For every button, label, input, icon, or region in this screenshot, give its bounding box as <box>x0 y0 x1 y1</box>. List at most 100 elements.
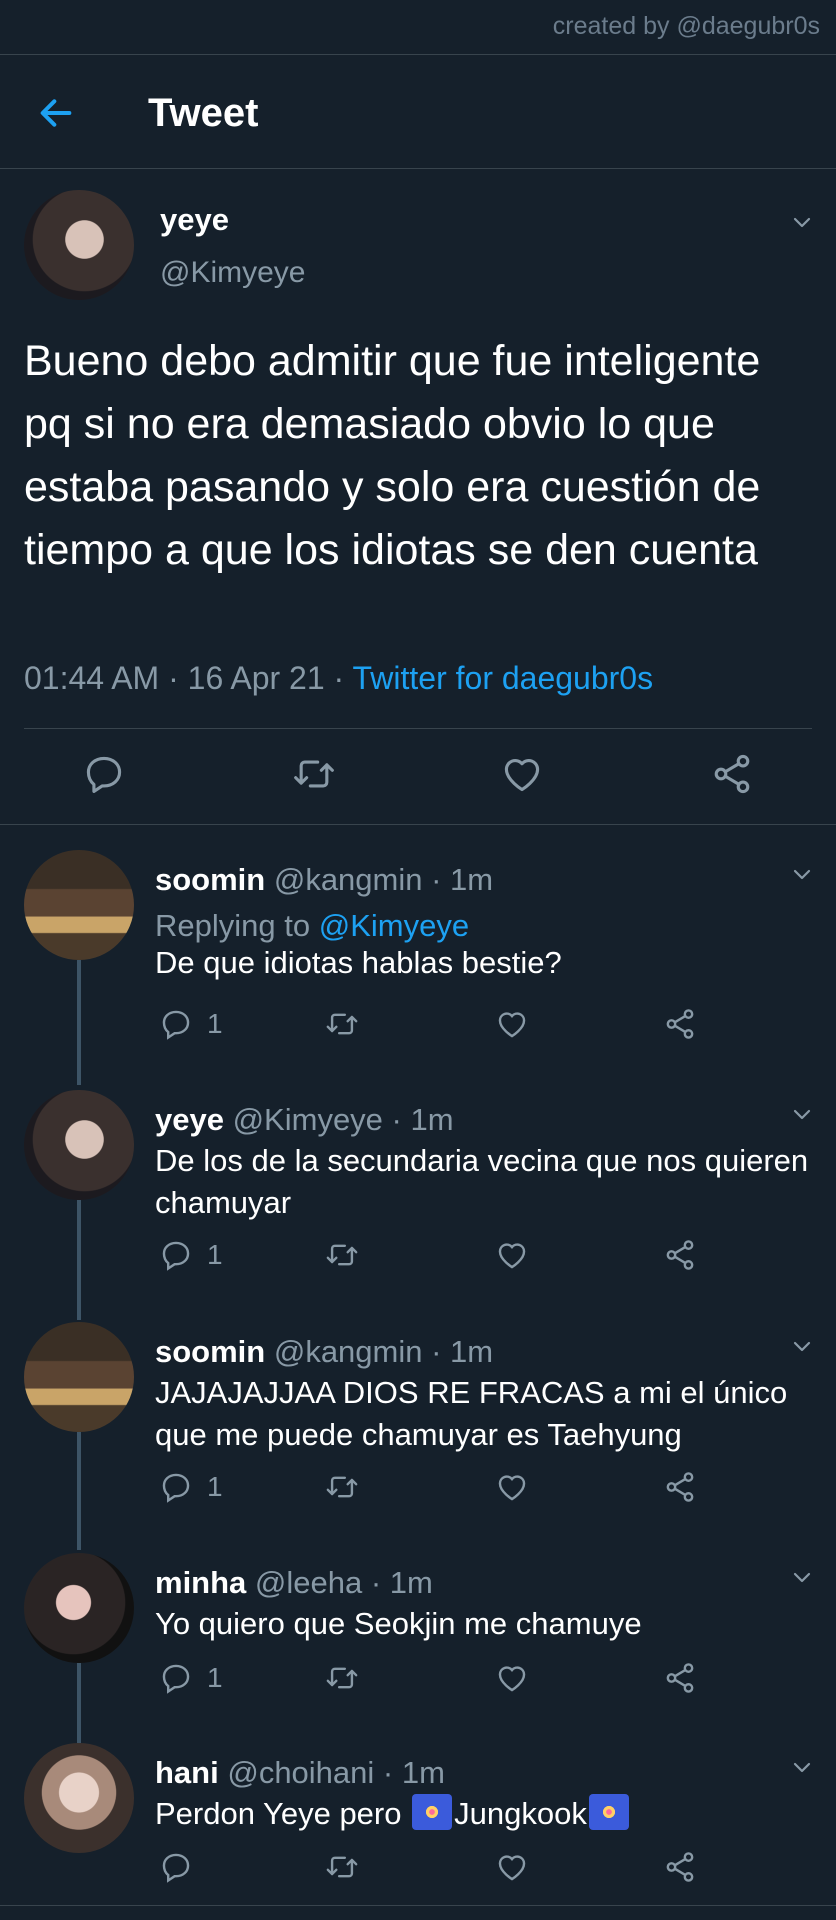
like-heart-icon <box>498 1855 526 1881</box>
author-handle-time: @kangmin · 1m <box>265 862 494 897</box>
retweet-icon[interactable] <box>292 752 336 796</box>
reply-button[interactable]: 1 <box>159 1235 223 1275</box>
reply-text: De los de la secundaria vecina que nos q… <box>155 1143 809 1220</box>
share-icon <box>666 1240 694 1270</box>
author-name[interactable]: minha <box>155 1565 246 1600</box>
reply-text: Yo quiero que Seokjin me chamuye <box>155 1606 642 1641</box>
author-name[interactable]: soomin <box>155 862 265 897</box>
share-icon <box>666 1009 694 1039</box>
reply-icon <box>162 1010 190 1040</box>
reply-icon <box>162 1664 190 1694</box>
back-arrow-icon[interactable] <box>36 93 76 133</box>
reply-header: soomin @kangmin · 1m <box>155 862 493 898</box>
retweet-icon <box>326 1013 358 1035</box>
like-heart-icon <box>498 1243 526 1269</box>
reply-text: De que idiotas hablas bestie? <box>155 945 562 980</box>
reply-button[interactable]: 1 <box>159 1004 223 1044</box>
share-button[interactable] <box>663 1235 697 1275</box>
retweet-button[interactable] <box>325 1658 359 1698</box>
divider <box>0 824 836 825</box>
replying-to-link[interactable]: @Kimyeye <box>319 908 469 943</box>
avatar[interactable] <box>24 1553 134 1663</box>
tweet-source-link[interactable]: Twitter for daegubr0s <box>353 660 654 696</box>
chevron-down-icon[interactable] <box>790 862 814 886</box>
reply-header: soomin @kangmin · 1m <box>155 1334 493 1370</box>
author-name[interactable]: soomin <box>155 1334 265 1369</box>
reply-count: 1 <box>207 1239 223 1270</box>
retweet-icon <box>326 1476 358 1498</box>
chevron-down-icon[interactable] <box>790 1755 814 1779</box>
divider <box>24 728 812 729</box>
reply-header: minha @leeha · 1m <box>155 1565 433 1601</box>
avatar[interactable] <box>24 1322 134 1432</box>
author-name[interactable]: hani <box>155 1755 219 1790</box>
retweet-button[interactable] <box>325 1004 359 1044</box>
retweet-icon <box>326 1856 358 1878</box>
reply-actions: 1 <box>155 1235 715 1279</box>
like-heart-icon <box>498 1012 526 1038</box>
retweet-button[interactable] <box>325 1235 359 1275</box>
tweet-actions <box>0 740 836 820</box>
like-heart-icon <box>498 1475 526 1501</box>
author-handle-time: @leeha · 1m <box>246 1565 433 1600</box>
chevron-down-icon[interactable] <box>790 1565 814 1589</box>
share-icon <box>666 1663 694 1693</box>
like-heart-icon[interactable] <box>500 752 544 796</box>
reply-header: hani @choihani · 1m <box>155 1755 445 1791</box>
top-bar: Tweet <box>0 54 836 169</box>
retweet-button[interactable] <box>325 1847 359 1887</box>
share-icon[interactable] <box>710 752 754 796</box>
retweet-icon <box>326 1244 358 1266</box>
fireworks-emoji-icon <box>588 1794 629 1830</box>
like-heart-icon <box>498 1666 526 1692</box>
reply-actions <box>155 1847 715 1891</box>
thread-line <box>77 1200 81 1320</box>
reply-icon <box>162 1241 190 1271</box>
like-button[interactable] <box>495 1235 529 1275</box>
reply-text: JAJAJAJJAA DIOS RE FRACAS a mi el único … <box>155 1375 788 1452</box>
author-handle-time: @choihani · 1m <box>218 1755 445 1790</box>
reply-button[interactable]: 1 <box>159 1467 223 1507</box>
reply-icon[interactable] <box>82 752 126 796</box>
chevron-down-icon[interactable] <box>790 1334 814 1358</box>
reply-button[interactable] <box>159 1847 207 1887</box>
replying-to-label: Replying to <box>155 908 319 943</box>
author-handle[interactable]: @Kimyeye <box>160 256 306 290</box>
reply-actions: 1 <box>155 1658 715 1702</box>
reply-text: Perdon Yeye pero Jungkook <box>155 1793 825 1835</box>
share-button[interactable] <box>663 1658 697 1698</box>
share-button[interactable] <box>663 1847 697 1887</box>
tweet-meta: 01:44 AM · 16 Apr 21 · Twitter for daegu… <box>24 660 653 697</box>
reply-header: yeye @Kimyeye · 1m <box>155 1102 454 1138</box>
like-button[interactable] <box>495 1658 529 1698</box>
fireworks-emoji-icon <box>412 1794 453 1830</box>
reply-icon <box>162 1473 190 1503</box>
reply-count: 1 <box>207 1662 223 1693</box>
share-button[interactable] <box>663 1467 697 1507</box>
like-button[interactable] <box>495 1004 529 1044</box>
tweet-text: Bueno debo admitir que fue inteligente p… <box>24 337 761 574</box>
reply-button[interactable]: 1 <box>159 1658 223 1698</box>
thread-line <box>77 1432 81 1550</box>
reply-icon <box>162 1853 190 1883</box>
reply-count: 1 <box>207 1471 223 1502</box>
chevron-down-icon[interactable] <box>790 1102 814 1126</box>
avatar[interactable] <box>24 190 134 300</box>
like-button[interactable] <box>495 1847 529 1887</box>
author-name[interactable]: yeye <box>155 1102 224 1137</box>
like-button[interactable] <box>495 1467 529 1507</box>
chevron-down-icon[interactable] <box>790 210 814 234</box>
share-button[interactable] <box>663 1004 697 1044</box>
page-title: Tweet <box>148 91 259 135</box>
avatar[interactable] <box>24 850 134 960</box>
author-handle-time: @Kimyeye · 1m <box>223 1102 454 1137</box>
avatar[interactable] <box>24 1090 134 1200</box>
thread-line <box>77 1663 81 1743</box>
retweet-button[interactable] <box>325 1467 359 1507</box>
tweet-timestamp: 01:44 AM · 16 Apr 21 · <box>24 660 353 696</box>
avatar[interactable] <box>24 1743 134 1853</box>
retweet-icon <box>326 1667 358 1689</box>
thread-line <box>77 960 81 1085</box>
author-name[interactable]: yeye <box>160 202 229 238</box>
replying-to: Replying to @Kimyeye <box>155 908 469 944</box>
